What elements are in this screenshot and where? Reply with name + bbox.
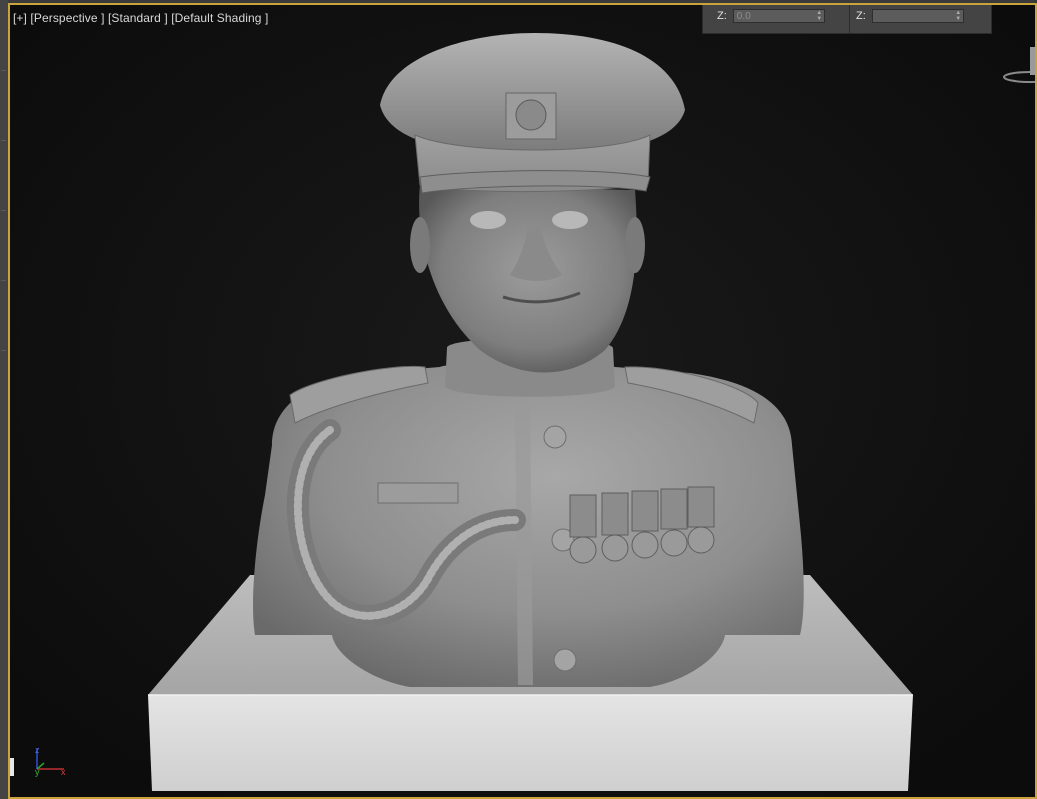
- strip-divider: [1, 210, 6, 211]
- scene-render[interactable]: z y x: [10, 5, 1037, 799]
- strip-divider: [1, 280, 6, 281]
- coordinate-panel: Z: 0.0 ▲ ▼ Z: ▲ ▼: [702, 5, 992, 34]
- spinner-icon[interactable]: ▲ ▼: [816, 10, 823, 22]
- z-coordinate-1: Z: 0.0 ▲ ▼: [717, 8, 825, 24]
- z-coordinate-input[interactable]: 0.0 ▲ ▼: [732, 9, 825, 23]
- z-label: Z:: [856, 10, 866, 22]
- z-label: Z:: [717, 10, 727, 22]
- z-coordinate-value: 0.0: [736, 11, 751, 22]
- viewport-render-style-menu[interactable]: [Standard ]: [108, 11, 168, 25]
- left-toolbar-strip: [0, 0, 8, 799]
- axis-x-label: x: [61, 767, 66, 777]
- axis-y-label: y: [35, 767, 40, 777]
- viewport-view-type-menu[interactable]: [Perspective ]: [30, 11, 104, 25]
- spinner-icon[interactable]: ▲ ▼: [955, 10, 962, 22]
- viewport-menu-button[interactable]: [+]: [13, 11, 27, 25]
- panel-separator: [849, 5, 850, 34]
- peaked-cap[interactable]: [380, 33, 685, 194]
- z-coordinate-input[interactable]: ▲ ▼: [871, 9, 964, 23]
- strip-divider: [1, 140, 6, 141]
- viewport-label-menu: [+] [Perspective ] [Standard ] [Default …: [13, 11, 268, 25]
- strip-divider: [1, 70, 6, 71]
- perspective-viewport[interactable]: [+] [Perspective ] [Standard ] [Default …: [8, 3, 1037, 799]
- strip-divider: [1, 350, 6, 351]
- axis-z-label: z: [35, 745, 40, 755]
- viewport-corner-marker: [10, 758, 14, 776]
- bust-torso[interactable]: [253, 338, 804, 687]
- z-coordinate-2: Z: ▲ ▼: [856, 8, 964, 24]
- viewport-shading-menu[interactable]: [Default Shading ]: [171, 11, 268, 25]
